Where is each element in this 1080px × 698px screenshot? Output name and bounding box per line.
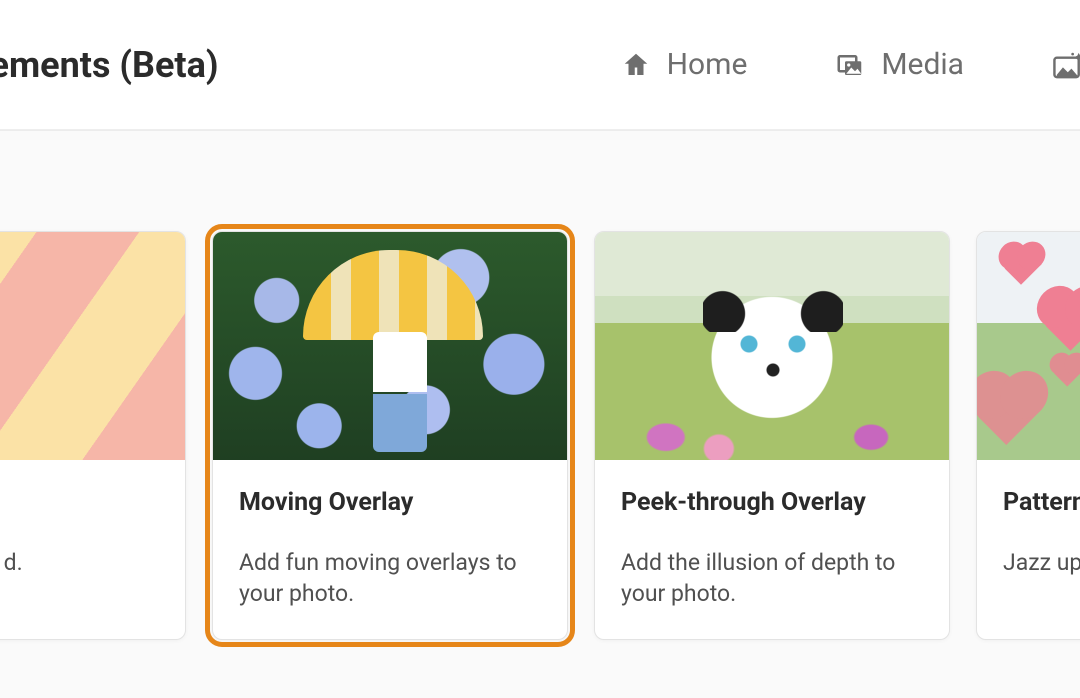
card-peek-through-overlay[interactable]: Peek-through Overlay Add the illusion of…: [594, 231, 950, 640]
nav-media-label: Media: [881, 47, 964, 82]
card-thumbnail: [595, 232, 949, 460]
sparkle-image-icon: [1052, 50, 1080, 80]
card-description: Add the illusion of depth to your photo.: [621, 547, 923, 609]
nav-home-label: Home: [667, 47, 748, 82]
card-moving-overlay[interactable]: Moving Overlay Add fun moving overlays t…: [212, 231, 568, 640]
card-description: Add fun moving overlays to your photo.: [239, 547, 541, 609]
app-header: lements (Beta) Home Media: [0, 0, 1080, 130]
app-title: lements (Beta): [0, 44, 218, 86]
card-pattern-overlay[interactable]: Pattern O Jazz up you fun pattern: [976, 231, 1080, 640]
card-body: Pattern O Jazz up you fun pattern: [977, 460, 1080, 608]
card-title: Peek-through Overlay: [621, 488, 923, 517]
effects-cards-row: kground lly change the d. Moving Overlay…: [0, 231, 1080, 640]
nav-quick-actions[interactable]: [1048, 44, 1080, 86]
primary-nav: Home Media: [617, 41, 1080, 88]
card-thumbnail: [213, 232, 567, 460]
media-icon: [835, 50, 865, 80]
card-description: lly change the d.: [0, 547, 159, 578]
card-body: Peek-through Overlay Add the illusion of…: [595, 460, 949, 639]
home-icon: [621, 50, 651, 80]
card-title: kground: [0, 488, 159, 517]
card-body: Moving Overlay Add fun moving overlays t…: [213, 460, 567, 639]
card-title: Moving Overlay: [239, 488, 541, 517]
card-description: Jazz up you fun pattern: [1003, 547, 1080, 578]
card-thumbnail: [0, 232, 185, 460]
card-title: Pattern O: [1003, 488, 1080, 517]
nav-media[interactable]: Media: [831, 41, 968, 88]
content-area: kground lly change the d. Moving Overlay…: [0, 130, 1080, 698]
card-body: kground lly change the d.: [0, 460, 185, 608]
card-replace-background[interactable]: kground lly change the d.: [0, 231, 186, 640]
card-thumbnail: [977, 232, 1080, 460]
nav-home[interactable]: Home: [617, 41, 752, 88]
